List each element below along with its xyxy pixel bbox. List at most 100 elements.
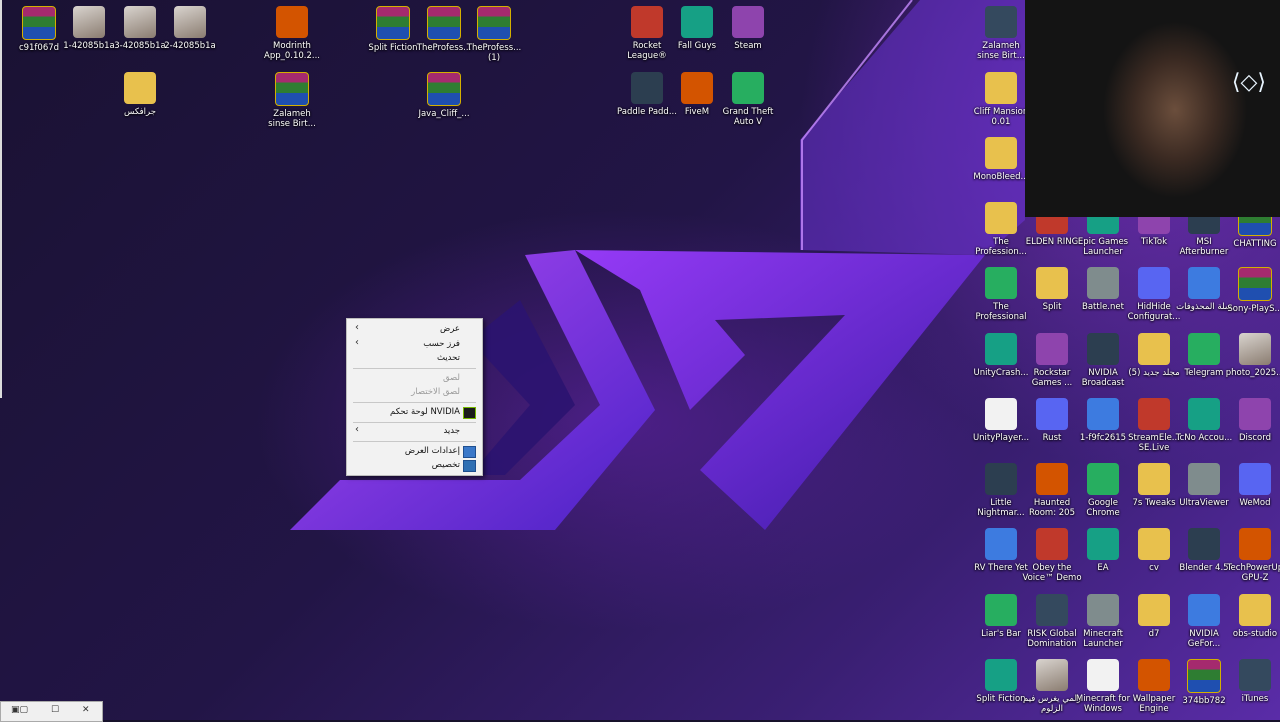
- blender-icon: [1188, 528, 1220, 560]
- rv-there-yet-icon: [985, 528, 1017, 560]
- gpu-z-icon: [1239, 528, 1271, 560]
- steam-icon: [732, 6, 764, 38]
- left-edge-window-strip: [0, 0, 2, 398]
- desktop-icon[interactable]: Modrinth App_0.10.2...: [262, 6, 322, 61]
- fivem-icon: [681, 72, 713, 104]
- desktop-icon-label: 2-42085b1a: [164, 41, 216, 51]
- menu-separator: [353, 402, 476, 403]
- photo-thumbnail-icon: [73, 6, 105, 38]
- gta-v-icon: [732, 72, 764, 104]
- desktop-icon[interactable]: MonoBleed...: [971, 137, 1031, 182]
- streamelements-icon: [1138, 398, 1170, 430]
- folder-icon: [985, 72, 1017, 104]
- risk-icon: [1036, 594, 1068, 626]
- menu-item-sort-by[interactable]: ‹ فرز حسب: [347, 337, 482, 351]
- emoji-photo-icon: [1087, 398, 1119, 430]
- folder-icon: [985, 202, 1017, 234]
- chevron-left-icon: ‹: [355, 337, 359, 348]
- desktop-icon[interactable]: iTunes: [1225, 659, 1280, 704]
- desktop-icon-label: MonoBleed...: [973, 172, 1029, 182]
- desktop-icon-label: photo_2025...: [1225, 368, 1280, 378]
- winrar-archive-icon: [275, 72, 309, 106]
- rockstar-icon: [1036, 333, 1068, 365]
- winrar-archive-icon: [22, 6, 56, 40]
- personalize-icon: [463, 460, 476, 472]
- minecraft-icon: [1087, 594, 1119, 626]
- hidhide-icon: [1138, 267, 1170, 299]
- close-icon[interactable]: ✕: [82, 705, 90, 715]
- desktop-icon[interactable]: Grand Theft Auto V: [718, 72, 778, 127]
- desktop-icon[interactable]: obs-studio: [1225, 594, 1280, 639]
- desktop-icon[interactable]: TheProfess... (1): [464, 6, 524, 63]
- modrinth-icon: [276, 6, 308, 38]
- menu-item-paste[interactable]: لصق: [347, 371, 482, 385]
- desktop-icon-label: Zalameh sinse Birt...: [977, 41, 1025, 61]
- desktop-icon-label: Discord: [1239, 433, 1271, 443]
- desktop-icon[interactable]: TechPowerUp GPU-Z: [1225, 528, 1280, 583]
- battlenet-icon: [1087, 267, 1119, 299]
- menu-item-view[interactable]: ‹ عرض: [347, 322, 482, 336]
- desktop-icon[interactable]: جرافكس: [110, 72, 170, 117]
- menu-item-paste-shortcut[interactable]: لصق الاختصار: [347, 385, 482, 399]
- menu-item-new[interactable]: ‹ جديد: [347, 424, 482, 438]
- desktop-icon[interactable]: Steam: [718, 6, 778, 51]
- desktop-icon[interactable]: Discord: [1225, 398, 1280, 443]
- folder-icon: [124, 72, 156, 104]
- desktop-icon-label: WeMod: [1239, 498, 1271, 508]
- winrar-archive-icon: [1238, 267, 1272, 301]
- nvidia-icon: [463, 407, 476, 419]
- chevron-left-icon: ‹: [355, 424, 359, 435]
- menu-item-nvidia-control-panel[interactable]: لوحة تحكم NVIDIA: [347, 405, 482, 419]
- photo-thumbnail-icon: [174, 6, 206, 38]
- menu-separator: [353, 422, 476, 423]
- menu-separator: [353, 441, 476, 442]
- nvidia-icon: [1188, 594, 1220, 626]
- desktop-icon[interactable]: Sony-PlayS...: [1225, 267, 1280, 314]
- rocket-league-icon: [631, 6, 663, 38]
- menu-item-display-settings[interactable]: إعدادات العرض: [347, 444, 482, 458]
- desktop-icon-label: TheProfess... (1): [466, 43, 522, 63]
- menu-separator: [353, 368, 476, 369]
- photo-thumbnail-icon: [124, 6, 156, 38]
- nvidia-broadcast-icon: [1087, 333, 1119, 365]
- menu-item-refresh[interactable]: تحديث: [347, 351, 482, 365]
- winrar-archive-icon: [376, 6, 410, 40]
- desktop-icon-label: Steam: [734, 41, 762, 51]
- desktop-icon[interactable]: Zalameh sinse Birt...: [262, 72, 322, 129]
- minimized-window-bar[interactable]: ▣▢ ☐ ✕: [0, 701, 103, 722]
- tcno-icon: [1188, 398, 1220, 430]
- desktop-icon[interactable]: Zalameh sinse Birt...: [971, 6, 1031, 61]
- desktop-icon[interactable]: WeMod: [1225, 463, 1280, 508]
- telegram-icon: [1188, 333, 1220, 365]
- folder-icon: [1138, 594, 1170, 626]
- folder-icon: [1138, 528, 1170, 560]
- maximize-icon[interactable]: ☐: [51, 705, 59, 715]
- stream-logo-icon: ⟨◇⟩: [1231, 70, 1266, 95]
- winrar-archive-icon: [427, 6, 461, 40]
- recycle-bin-icon: [1188, 267, 1220, 299]
- wemod-icon: [1239, 463, 1271, 495]
- window-app-icon: ▣▢: [11, 705, 29, 715]
- desktop-icon[interactable]: Cliff Mansion 0.01: [971, 72, 1031, 127]
- folder-icon: [1138, 333, 1170, 365]
- winrar-archive-icon: [1187, 659, 1221, 693]
- paddle-icon: [631, 72, 663, 104]
- winrar-archive-icon: [427, 72, 461, 106]
- desktop-icon[interactable]: photo_2025...: [1225, 333, 1280, 378]
- folder-icon: [1036, 267, 1068, 299]
- desktop-icon-label: Sony-PlayS...: [1227, 304, 1280, 314]
- zalameh-app-icon: [985, 6, 1017, 38]
- desktop-icon-label: Java_Cliff_...: [418, 109, 470, 119]
- document-icon: [1087, 659, 1119, 691]
- menu-item-personalize[interactable]: تخصيص: [347, 458, 482, 472]
- haunted-room-icon: [1036, 463, 1068, 495]
- folder-icon: [985, 137, 1017, 169]
- chevron-left-icon: ‹: [355, 322, 359, 333]
- desktop-icon[interactable]: 2-42085b1a: [160, 6, 220, 51]
- unity-icon: [985, 333, 1017, 365]
- desktop-icon[interactable]: Java_Cliff_...: [414, 72, 474, 119]
- desktop-context-menu: ‹ عرض ‹ فرز حسب تحديث لصق لصق الاختصار ل…: [346, 318, 483, 476]
- webcam-overlay: ⟨◇⟩: [1025, 0, 1280, 217]
- desktop-icon-label: Zalameh sinse Birt...: [268, 109, 316, 129]
- itunes-icon: [1239, 659, 1271, 691]
